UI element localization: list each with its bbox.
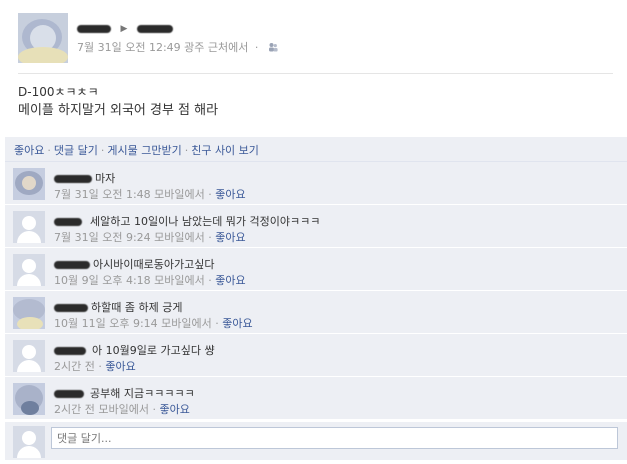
commenter-avatar[interactable] bbox=[13, 211, 45, 243]
commenter-avatar[interactable] bbox=[13, 254, 45, 286]
comment-like-link[interactable]: 좋아요 bbox=[222, 317, 252, 330]
unfollow-post-link[interactable]: 게시물 그만받기 bbox=[107, 144, 181, 157]
post-text-line-1: D-100ㅊㅋㅊㅋ bbox=[18, 85, 99, 99]
comment-like-link[interactable]: 좋아요 bbox=[215, 231, 245, 244]
comment-item: 아 10월9일로 가고싶다 썅 2시간 전 · 좋아요 bbox=[5, 334, 627, 377]
comment-text: 하할때 좀 하제 긍게 bbox=[91, 301, 183, 314]
comment-text: 공부해 지금ㅋㅋㅋㅋㅋ bbox=[90, 387, 195, 400]
separator: · bbox=[184, 144, 189, 157]
comment-time[interactable]: 7월 31일 오전 9:24 bbox=[54, 231, 151, 244]
commenter-avatar[interactable] bbox=[13, 168, 45, 200]
post-header: ▶ 7월 31일 오전 12:49 광주 근처에서 · bbox=[0, 0, 627, 70]
separator: · bbox=[98, 360, 102, 373]
comment-text: 아 10월9일로 가고싶다 썅 bbox=[92, 344, 215, 357]
commenter-name-redacted[interactable] bbox=[54, 347, 86, 355]
comment-meta: 2시간 전 · 좋아요 bbox=[54, 358, 136, 374]
comment-via: 모바일에서 bbox=[154, 231, 205, 244]
comment-text-line: 공부해 지금ㅋㅋㅋㅋㅋ bbox=[54, 385, 195, 401]
comment-like-link[interactable]: 좋아요 bbox=[215, 274, 245, 287]
commenter-avatar[interactable] bbox=[13, 383, 45, 415]
arrow-right-icon: ▶ bbox=[120, 24, 128, 34]
comment-meta: 10월 9일 오후 4:18 모바일에서 · 좋아요 bbox=[54, 272, 246, 288]
post-location[interactable]: 광주 근처에서 bbox=[184, 41, 248, 54]
comment-text-line: 세알하고 10일이나 남았는데 뭐가 걱정이야ㅋㅋㅋ bbox=[54, 213, 320, 229]
comment-item: 공부해 지금ㅋㅋㅋㅋㅋ 2시간 전 모바일에서 · 좋아요 bbox=[5, 377, 627, 420]
comment-text: 세알하고 10일이나 남았는데 뭐가 걱정이야ㅋㅋㅋ bbox=[90, 215, 321, 228]
comment-link[interactable]: 댓글 달기 bbox=[54, 144, 98, 157]
comment-item: 마자 7월 31일 오전 1:48 모바일에서 · 좋아요 bbox=[5, 162, 627, 205]
comments-list: 마자 7월 31일 오전 1:48 모바일에서 · 좋아요 세알하고 10일이나… bbox=[5, 162, 627, 420]
comment-like-link[interactable]: 좋아요 bbox=[105, 360, 135, 373]
meta-separator: · bbox=[254, 41, 259, 54]
commenter-avatar[interactable] bbox=[13, 340, 45, 372]
comment-time[interactable]: 10월 11일 오후 9:14 bbox=[54, 317, 158, 330]
target-name-redacted[interactable] bbox=[136, 25, 173, 33]
comment-item: 세알하고 10일이나 남았는데 뭐가 걱정이야ㅋㅋㅋ 7월 31일 오전 9:2… bbox=[5, 205, 627, 248]
comment-text: 아시바이때로동아가고싶다 bbox=[93, 258, 215, 271]
separator: · bbox=[47, 144, 51, 157]
comment-via: 모바일에서 bbox=[154, 274, 205, 287]
separator: · bbox=[215, 317, 219, 330]
separator: · bbox=[208, 274, 212, 287]
author-line: ▶ bbox=[77, 22, 173, 36]
comment-via: 모바일에서 bbox=[98, 403, 149, 416]
comment-meta: 7월 31일 오전 1:48 모바일에서 · 좋아요 bbox=[54, 186, 246, 202]
comment-time[interactable]: 7월 31일 오전 1:48 bbox=[54, 188, 151, 201]
comment-item: 하할때 좀 하제 긍게 10월 11일 오후 9:14 모바일에서 · 좋아요 bbox=[5, 291, 627, 334]
comment-text-line: 아 10월9일로 가고싶다 썅 bbox=[54, 342, 215, 358]
commenter-name-redacted[interactable] bbox=[54, 390, 84, 398]
comment-time[interactable]: 2시간 전 bbox=[54, 360, 95, 373]
post-text-line-2: 메이플 하지말거 외국어 경부 점 해라 bbox=[18, 103, 219, 118]
comment-input[interactable] bbox=[51, 427, 618, 449]
reply-row bbox=[5, 422, 627, 460]
current-user-avatar bbox=[13, 426, 45, 458]
author-name-redacted[interactable] bbox=[77, 25, 111, 33]
separator: · bbox=[100, 144, 105, 157]
comment-text-line: 마자 bbox=[54, 170, 115, 186]
comment-meta: 2시간 전 모바일에서 · 좋아요 bbox=[54, 401, 190, 417]
separator: · bbox=[152, 403, 156, 416]
like-link[interactable]: 좋아요 bbox=[14, 144, 44, 157]
comment-meta: 7월 31일 오전 9:24 모바일에서 · 좋아요 bbox=[54, 229, 246, 245]
separator: · bbox=[208, 231, 212, 244]
post-body: D-100ㅊㅋㅊㅋ 메이플 하지말거 외국어 경부 점 해라 bbox=[18, 84, 218, 120]
see-friendship-link[interactable]: 친구 사이 보기 bbox=[191, 144, 259, 157]
separator: · bbox=[208, 188, 212, 201]
comment-text-line: 하할때 좀 하제 긍게 bbox=[54, 299, 182, 315]
post-timestamp[interactable]: 7월 31일 오전 12:49 bbox=[77, 41, 181, 54]
comment-meta: 10월 11일 오후 9:14 모바일에서 · 좋아요 bbox=[54, 315, 253, 331]
comment-time[interactable]: 10월 9일 오후 4:18 bbox=[54, 274, 151, 287]
post-actions-bar: 좋아요 · 댓글 달기 · 게시물 그만받기 · 친구 사이 보기 bbox=[5, 137, 627, 162]
comment-via: 모바일에서 bbox=[154, 188, 205, 201]
comment-time[interactable]: 2시간 전 bbox=[54, 403, 95, 416]
comment-text: 마자 bbox=[95, 172, 116, 185]
post-meta: 7월 31일 오전 12:49 광주 근처에서 · bbox=[77, 39, 278, 55]
commenter-avatar[interactable] bbox=[13, 297, 45, 329]
commenter-name-redacted[interactable] bbox=[54, 261, 90, 269]
commenter-name-redacted[interactable] bbox=[54, 175, 92, 183]
comment-via: 모바일에서 bbox=[161, 317, 212, 330]
commenter-name-redacted[interactable] bbox=[54, 304, 88, 312]
commenter-name-redacted[interactable] bbox=[54, 218, 82, 226]
people-icon[interactable] bbox=[268, 42, 278, 52]
comment-like-link[interactable]: 좋아요 bbox=[215, 188, 245, 201]
comment-text-line: 아시바이때로동아가고싶다 bbox=[54, 256, 214, 272]
comment-item: 아시바이때로동아가고싶다 10월 9일 오후 4:18 모바일에서 · 좋아요 bbox=[5, 248, 627, 291]
author-avatar[interactable] bbox=[18, 13, 68, 63]
header-divider bbox=[18, 73, 613, 74]
comment-like-link[interactable]: 좋아요 bbox=[159, 403, 189, 416]
